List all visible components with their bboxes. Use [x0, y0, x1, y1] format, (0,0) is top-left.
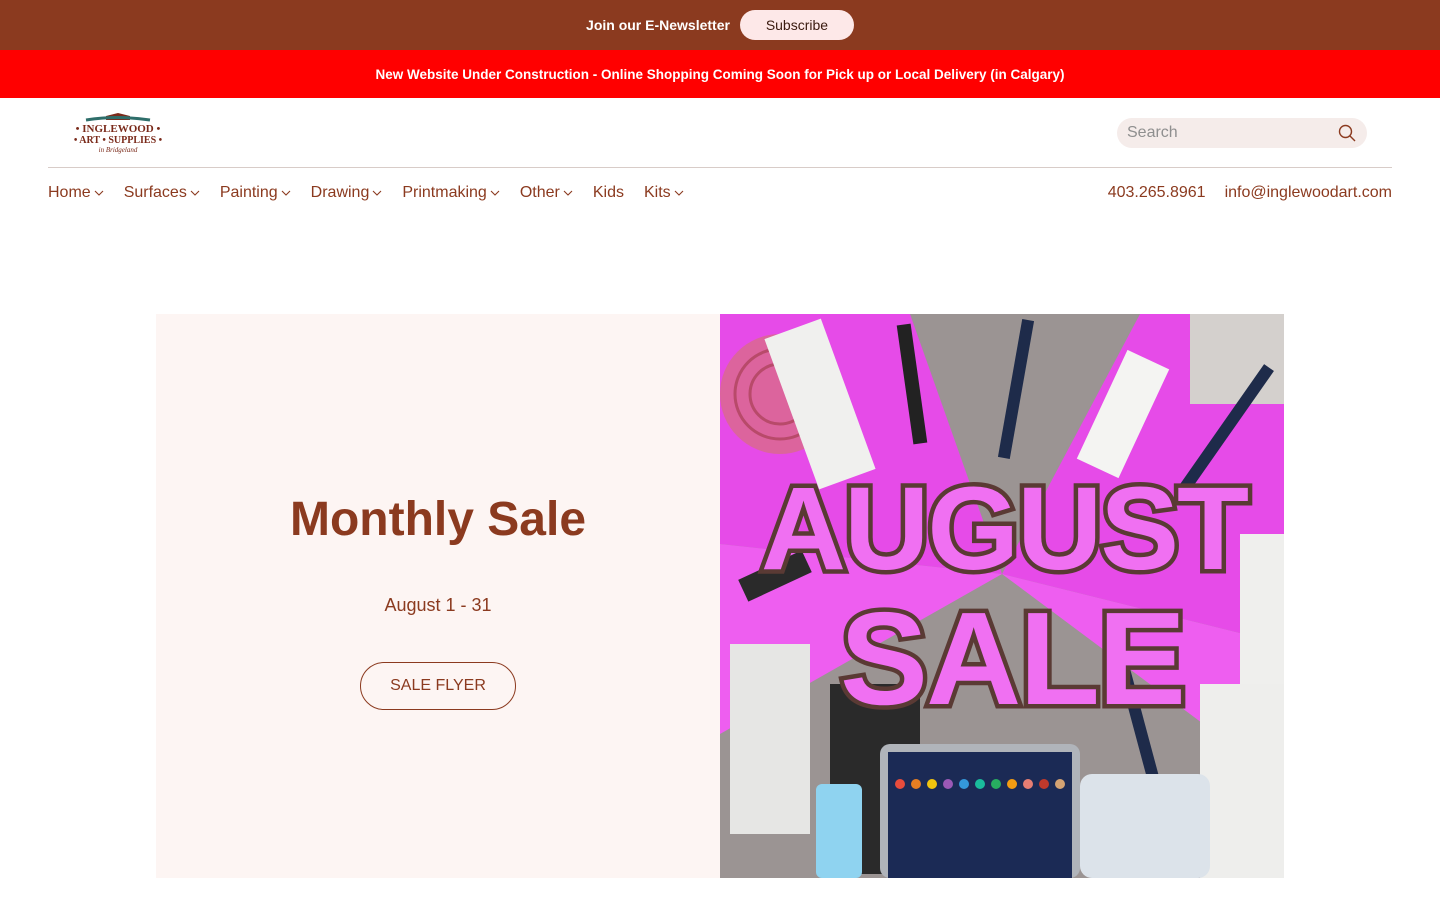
- nav-item-other[interactable]: Other: [520, 184, 573, 202]
- sale-flyer-button[interactable]: SALE FLYER: [360, 662, 516, 710]
- image-text-line1: AUGUST: [761, 463, 1248, 595]
- nav-item-kids[interactable]: Kids: [593, 184, 624, 202]
- chevron-down-icon: [563, 190, 573, 196]
- nav-item-label: Kits: [643, 184, 671, 201]
- chevron-down-icon: [372, 190, 382, 196]
- nav-item-label: Kids: [592, 184, 624, 201]
- announcement-text: New Website Under Construction - Online …: [375, 66, 1065, 82]
- contact-info: 403.265.8961 info@inglewoodart.com: [1108, 184, 1392, 202]
- hero-image-panel: AUGUST SALE: [720, 314, 1284, 878]
- hero-banner: Monthly Sale August 1 - 31 SALE FLYER AU…: [156, 314, 1284, 878]
- chevron-down-icon: [281, 190, 291, 196]
- august-sale-image: AUGUST SALE: [720, 314, 1284, 878]
- svg-text:in Bridgeland: in Bridgeland: [99, 146, 138, 154]
- hero-title: Monthly Sale: [289, 493, 587, 546]
- subscribe-button[interactable]: Subscribe: [739, 10, 854, 40]
- hero-text-panel: Monthly Sale August 1 - 31 SALE FLYER: [156, 314, 720, 878]
- hero-date: August 1 - 31: [384, 595, 492, 615]
- nav-item-painting[interactable]: Painting: [220, 184, 291, 202]
- nav-item-label: Surfaces: [123, 184, 187, 201]
- nav-item-label: Drawing: [310, 184, 370, 201]
- site-header: • INGLEWOOD • • ART • SUPPLIES • in Brid…: [48, 98, 1392, 168]
- svg-text:• INGLEWOOD •: • INGLEWOOD •: [76, 123, 161, 135]
- image-text-line2: SALE: [840, 585, 1184, 732]
- chevron-down-icon: [674, 190, 684, 196]
- chevron-down-icon: [94, 190, 104, 196]
- nav-menu: Home Surfaces Painting Drawing Printmaki…: [48, 184, 684, 202]
- announcement-bar: New Website Under Construction - Online …: [0, 50, 1440, 98]
- newsletter-bar: Join our E-Newsletter Subscribe: [0, 0, 1440, 50]
- nav-item-label: Printmaking: [402, 184, 487, 201]
- email-link[interactable]: info@inglewoodart.com: [1225, 184, 1392, 202]
- nav-item-label: Painting: [219, 184, 278, 201]
- main-nav: Home Surfaces Painting Drawing Printmaki…: [48, 168, 1392, 218]
- nav-item-printmaking[interactable]: Printmaking: [402, 184, 500, 202]
- nav-item-surfaces[interactable]: Surfaces: [124, 184, 200, 202]
- nav-item-label: Other: [519, 184, 560, 201]
- nav-item-drawing[interactable]: Drawing: [311, 184, 383, 202]
- nav-item-label: Home: [48, 184, 91, 201]
- site-logo[interactable]: • INGLEWOOD • • ART • SUPPLIES • in Brid…: [66, 113, 170, 155]
- search-icon[interactable]: [1337, 123, 1357, 143]
- chevron-down-icon: [190, 190, 200, 196]
- nav-item-home[interactable]: Home: [48, 184, 104, 202]
- newsletter-text: Join our E-Newsletter: [586, 17, 730, 33]
- nav-item-kits[interactable]: Kits: [644, 184, 684, 202]
- phone-link[interactable]: 403.265.8961: [1108, 184, 1206, 202]
- search-box: [1117, 118, 1367, 148]
- search-input[interactable]: [1127, 124, 1337, 142]
- svg-text:• ART • SUPPLIES •: • ART • SUPPLIES •: [74, 135, 163, 146]
- chevron-down-icon: [490, 190, 500, 196]
